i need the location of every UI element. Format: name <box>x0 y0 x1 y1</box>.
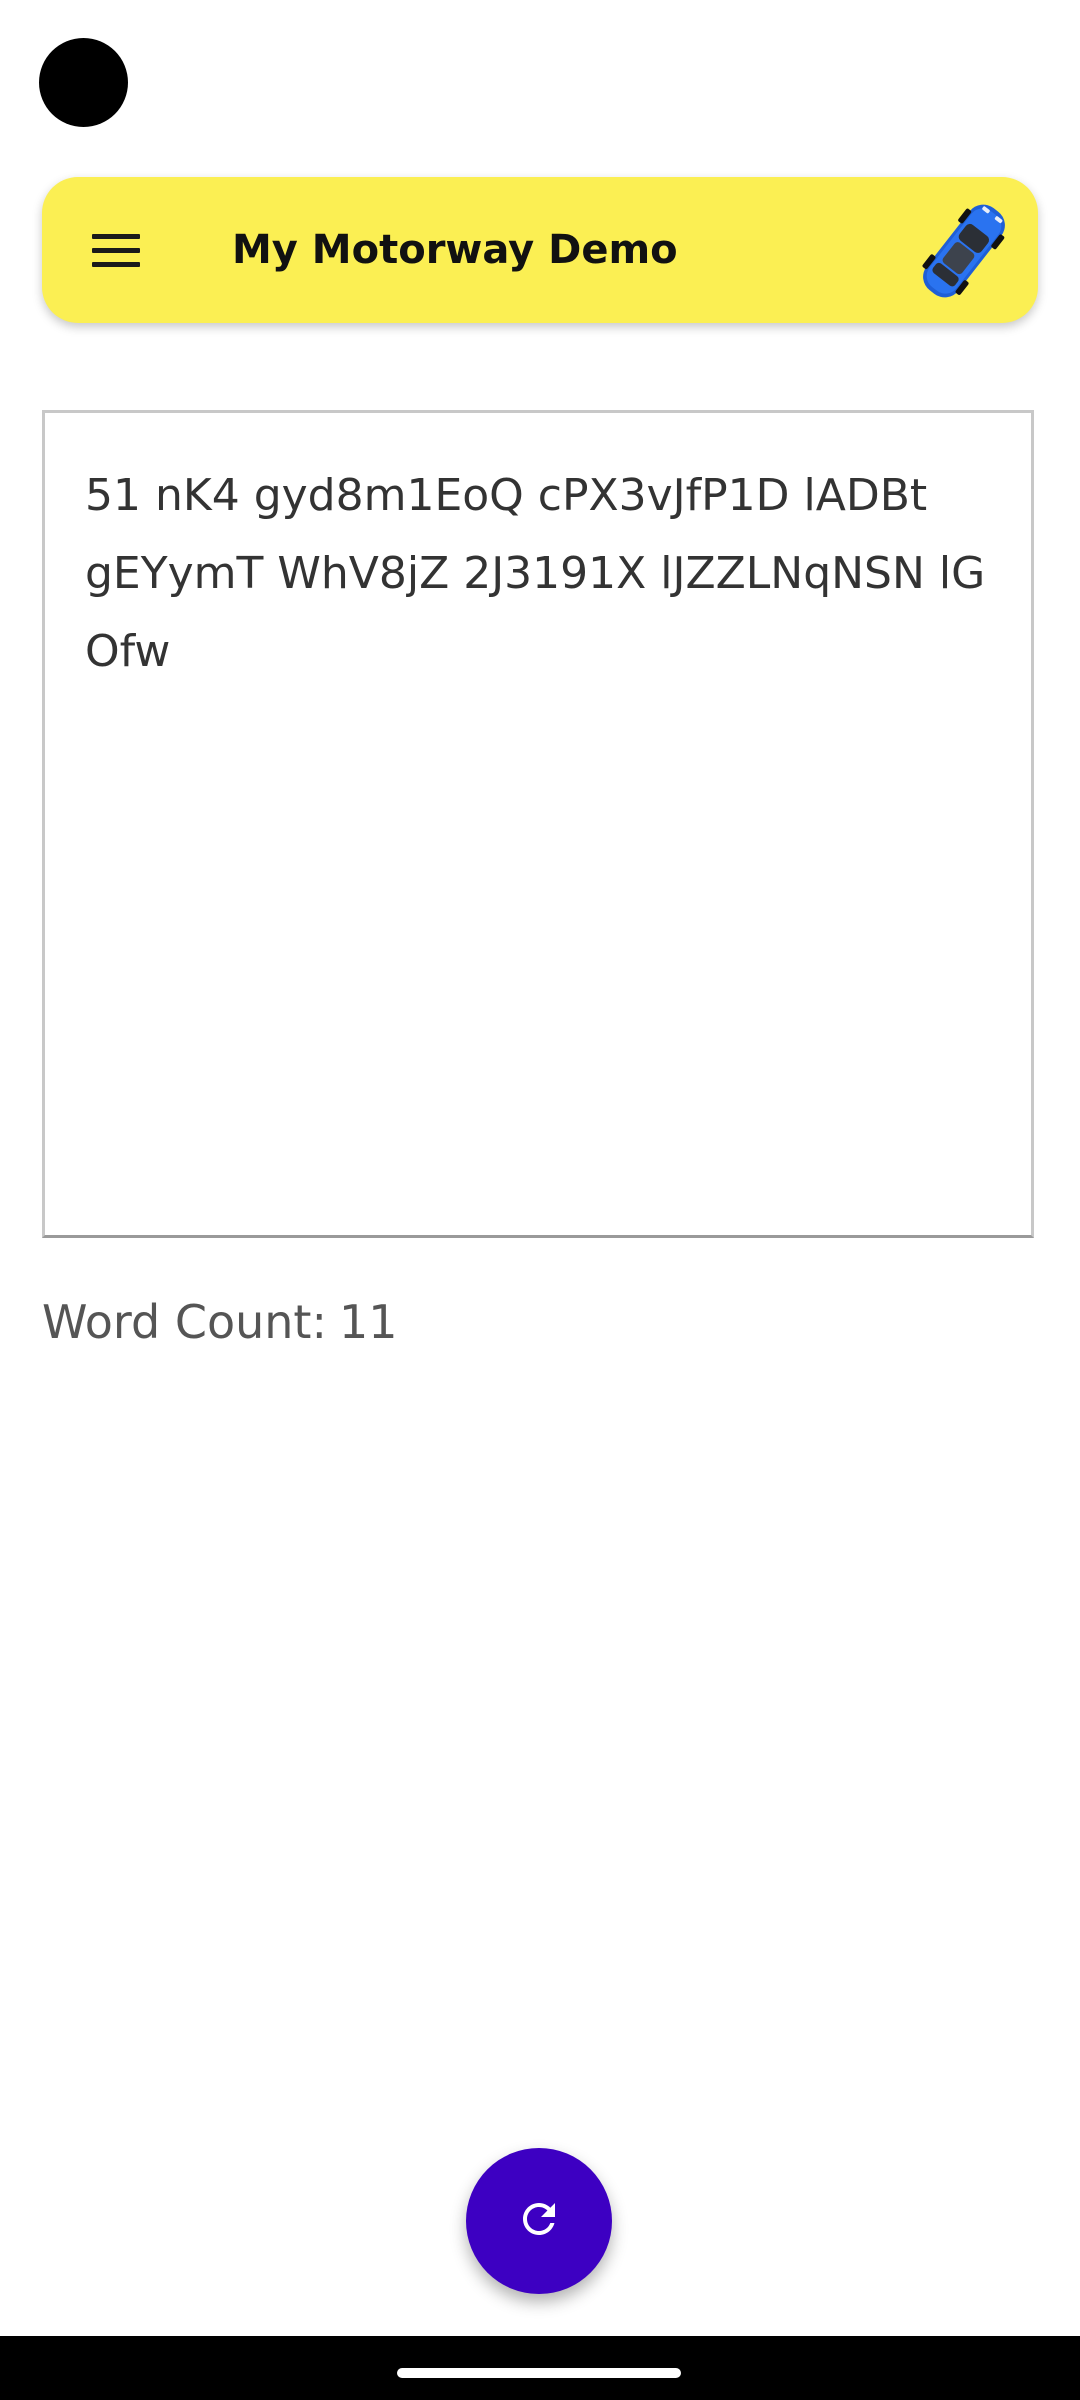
home-indicator[interactable] <box>397 2368 681 2378</box>
app-title: My Motorway Demo <box>232 227 678 273</box>
word-count: Word Count: 11 <box>42 1290 398 1354</box>
camera-cutout <box>39 38 128 127</box>
word-count-value: 11 <box>338 1295 398 1349</box>
top-app-bar: My Motorway Demo <box>42 177 1038 323</box>
car-icon <box>904 191 1024 311</box>
hamburger-menu-icon[interactable] <box>92 223 148 277</box>
refresh-button[interactable] <box>466 2148 612 2294</box>
refresh-icon <box>515 2195 563 2247</box>
word-count-label: Word Count: <box>42 1295 327 1349</box>
text-input-area[interactable]: 51 nK4 gyd8m1EoQ cPX3vJfP1D lADBt gEYymT… <box>42 410 1034 1238</box>
app-screen: My Motorway Demo 51 nK4 gyd8m1EoQ cPX3vJ… <box>0 0 1080 2400</box>
